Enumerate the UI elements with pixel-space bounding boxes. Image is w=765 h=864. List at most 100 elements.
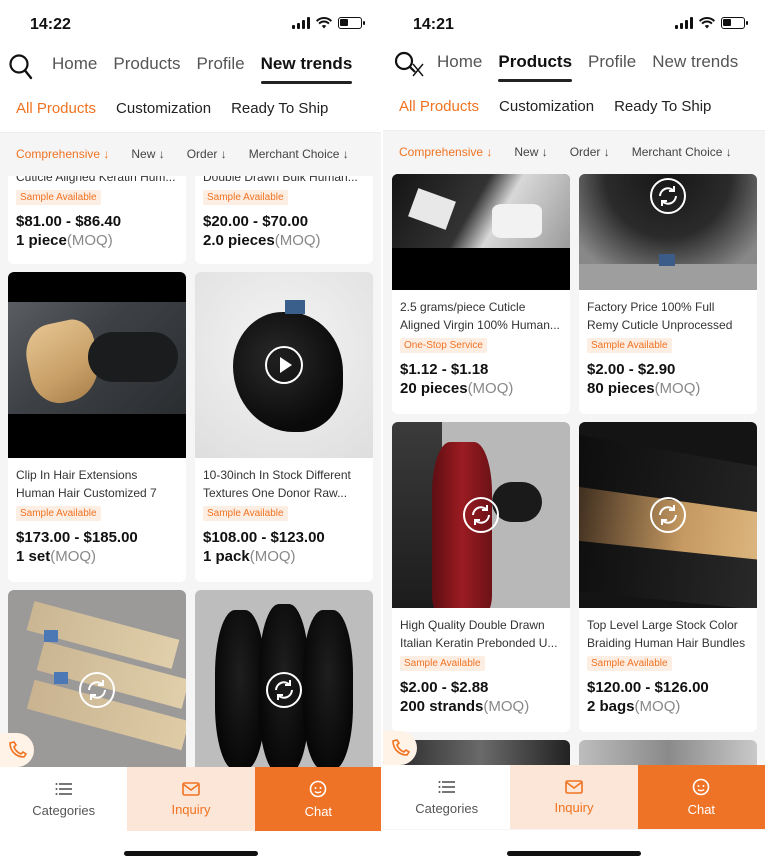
product-moq: 1 piece(MOQ) <box>8 232 186 249</box>
product-card[interactable]: 2.5 grams/piece Cuticle Aligned Virgin 1… <box>392 174 570 414</box>
nav-tab-home[interactable]: Home <box>437 52 482 76</box>
filter-order[interactable]: Order ↓ <box>187 147 227 161</box>
chat-label: Chat <box>687 801 716 817</box>
filter-bar: Comprehensive ↓ New ↓ Order ↓ Merchant C… <box>0 132 382 176</box>
product-title: Factory Price 100% Full Remy Cuticle Unp… <box>587 300 733 332</box>
product-moq: 2 bags(MOQ) <box>579 698 757 715</box>
status-time: 14:21 <box>413 16 454 33</box>
categories-button[interactable]: Categories <box>0 767 128 831</box>
product-card[interactable]: Clip In Hair Extensions Human Hair Custo… <box>8 272 186 582</box>
moq-label: (MOQ) <box>249 548 296 565</box>
filter-merchant-choice[interactable]: Merchant Choice ↓ <box>632 145 732 159</box>
nav-tab-products[interactable]: Products <box>498 52 572 82</box>
chat-button[interactable]: Chat <box>254 767 382 831</box>
product-title: Clip In Hair Extensions Human Hair Custo… <box>16 468 157 500</box>
product-grid: Cuticle Aligned Keratin Hum... Sample Av… <box>0 176 382 830</box>
refresh-icon <box>650 497 686 533</box>
product-title: Cuticle Aligned Keratin Hum... <box>16 176 176 184</box>
sample-available-badge: Sample Available <box>587 656 672 671</box>
refresh-icon <box>266 672 302 708</box>
home-indicator <box>507 851 641 856</box>
refresh-icon <box>463 497 499 533</box>
nav-tab-home[interactable]: Home <box>52 54 97 78</box>
signal-icon <box>675 17 693 29</box>
sample-available-badge: Sample Available <box>203 190 288 205</box>
product-price: $81.00 - $86.40 <box>16 213 122 230</box>
list-icon <box>55 782 72 795</box>
nav-tab-profile[interactable]: Profile <box>196 54 244 78</box>
chat-icon <box>310 780 327 797</box>
filter-new[interactable]: New ↓ <box>131 147 164 161</box>
chat-label: Chat <box>304 803 333 819</box>
status-bar: 14:21 <box>383 0 765 44</box>
list-icon <box>438 780 455 793</box>
inquiry-label: Inquiry <box>554 799 594 815</box>
filter-comprehensive[interactable]: Comprehensive ↓ <box>399 145 492 159</box>
filter-new[interactable]: New ↓ <box>514 145 547 159</box>
moq-quantity: 1 piece <box>16 232 67 249</box>
refresh-icon <box>79 672 115 708</box>
product-price: $2.00 - $2.88 <box>400 679 489 696</box>
category-tab-ready-to-ship[interactable]: Ready To Ship <box>614 98 711 115</box>
bottom-action-bar: Categories Inquiry Chat <box>383 765 765 829</box>
product-title: High Quality Double Drawn Italian Kerati… <box>400 618 558 650</box>
categories-label: Categories <box>32 802 96 818</box>
product-image <box>8 590 186 790</box>
call-button[interactable] <box>0 733 34 767</box>
filter-order[interactable]: Order ↓ <box>570 145 610 159</box>
filter-comprehensive[interactable]: Comprehensive ↓ <box>16 147 109 161</box>
product-image <box>195 590 373 790</box>
product-moq: 20 pieces(MOQ) <box>392 380 570 397</box>
product-card[interactable]: 10-30inch In Stock Different Textures On… <box>195 272 373 582</box>
moq-quantity: 80 pieces <box>587 380 655 397</box>
moq-quantity: 2.0 pieces <box>203 232 275 249</box>
sample-available-badge: Sample Available <box>587 338 672 353</box>
category-tab-customization[interactable]: Customization <box>116 100 211 117</box>
product-price: $2.00 - $2.90 <box>587 361 676 378</box>
moq-label: (MOQ) <box>467 380 514 397</box>
product-card[interactable] <box>8 590 186 790</box>
categories-button[interactable]: Categories <box>383 765 511 829</box>
phone-icon <box>392 739 411 756</box>
nav-tab-new-trends[interactable]: New trends <box>260 54 352 84</box>
category-tab-ready-to-ship[interactable]: Ready To Ship <box>231 100 328 117</box>
nav-tab-products[interactable]: Products <box>113 54 180 78</box>
product-card[interactable]: High Quality Double Drawn Italian Kerati… <box>392 422 570 732</box>
mail-icon <box>182 781 200 796</box>
battery-icon <box>338 17 365 29</box>
nav-tab-profile[interactable]: Profile <box>588 52 636 76</box>
inquiry-label: Inquiry <box>171 801 211 817</box>
moq-label: (MOQ) <box>654 380 701 397</box>
category-tab-customization[interactable]: Customization <box>499 98 594 115</box>
product-image <box>195 272 373 458</box>
category-tab-all-products[interactable]: All Products <box>16 100 96 117</box>
product-image <box>392 422 570 608</box>
sample-available-badge: Sample Available <box>16 190 101 205</box>
product-price: $173.00 - $185.00 <box>16 529 138 546</box>
home-indicator <box>124 851 258 856</box>
play-icon[interactable] <box>264 345 304 385</box>
search-close-icon[interactable] <box>391 50 425 80</box>
product-card[interactable] <box>195 590 373 790</box>
filter-merchant-choice[interactable]: Merchant Choice ↓ <box>249 147 349 161</box>
status-bar: 14:22 <box>0 0 382 44</box>
moq-label: (MOQ) <box>634 698 681 715</box>
product-card[interactable]: Cuticle Aligned Keratin Hum... Sample Av… <box>8 176 186 264</box>
moq-quantity: 1 set <box>16 548 51 565</box>
nav-tab-new-trends[interactable]: New trends <box>652 52 738 76</box>
call-button[interactable] <box>383 731 417 765</box>
product-card[interactable]: Factory Price 100% Full Remy Cuticle Unp… <box>579 174 757 414</box>
product-card[interactable]: Double Drawn Bulk Human... Sample Availa… <box>195 176 373 264</box>
category-tab-all-products[interactable]: All Products <box>399 98 479 115</box>
product-price: $108.00 - $123.00 <box>203 529 325 546</box>
product-card[interactable]: Top Level Large Stock Color Braiding Hum… <box>579 422 757 732</box>
product-title: Top Level Large Stock Color Braiding Hum… <box>587 618 746 650</box>
wifi-icon <box>316 17 332 29</box>
inquiry-button[interactable]: Inquiry <box>127 767 255 831</box>
product-title: 10-30inch In Stock Different Textures On… <box>203 468 351 500</box>
inquiry-button[interactable]: Inquiry <box>510 765 638 829</box>
status-time: 14:22 <box>30 16 71 33</box>
chat-button[interactable]: Chat <box>637 765 765 829</box>
chat-icon <box>693 778 710 795</box>
search-icon[interactable] <box>8 52 34 82</box>
